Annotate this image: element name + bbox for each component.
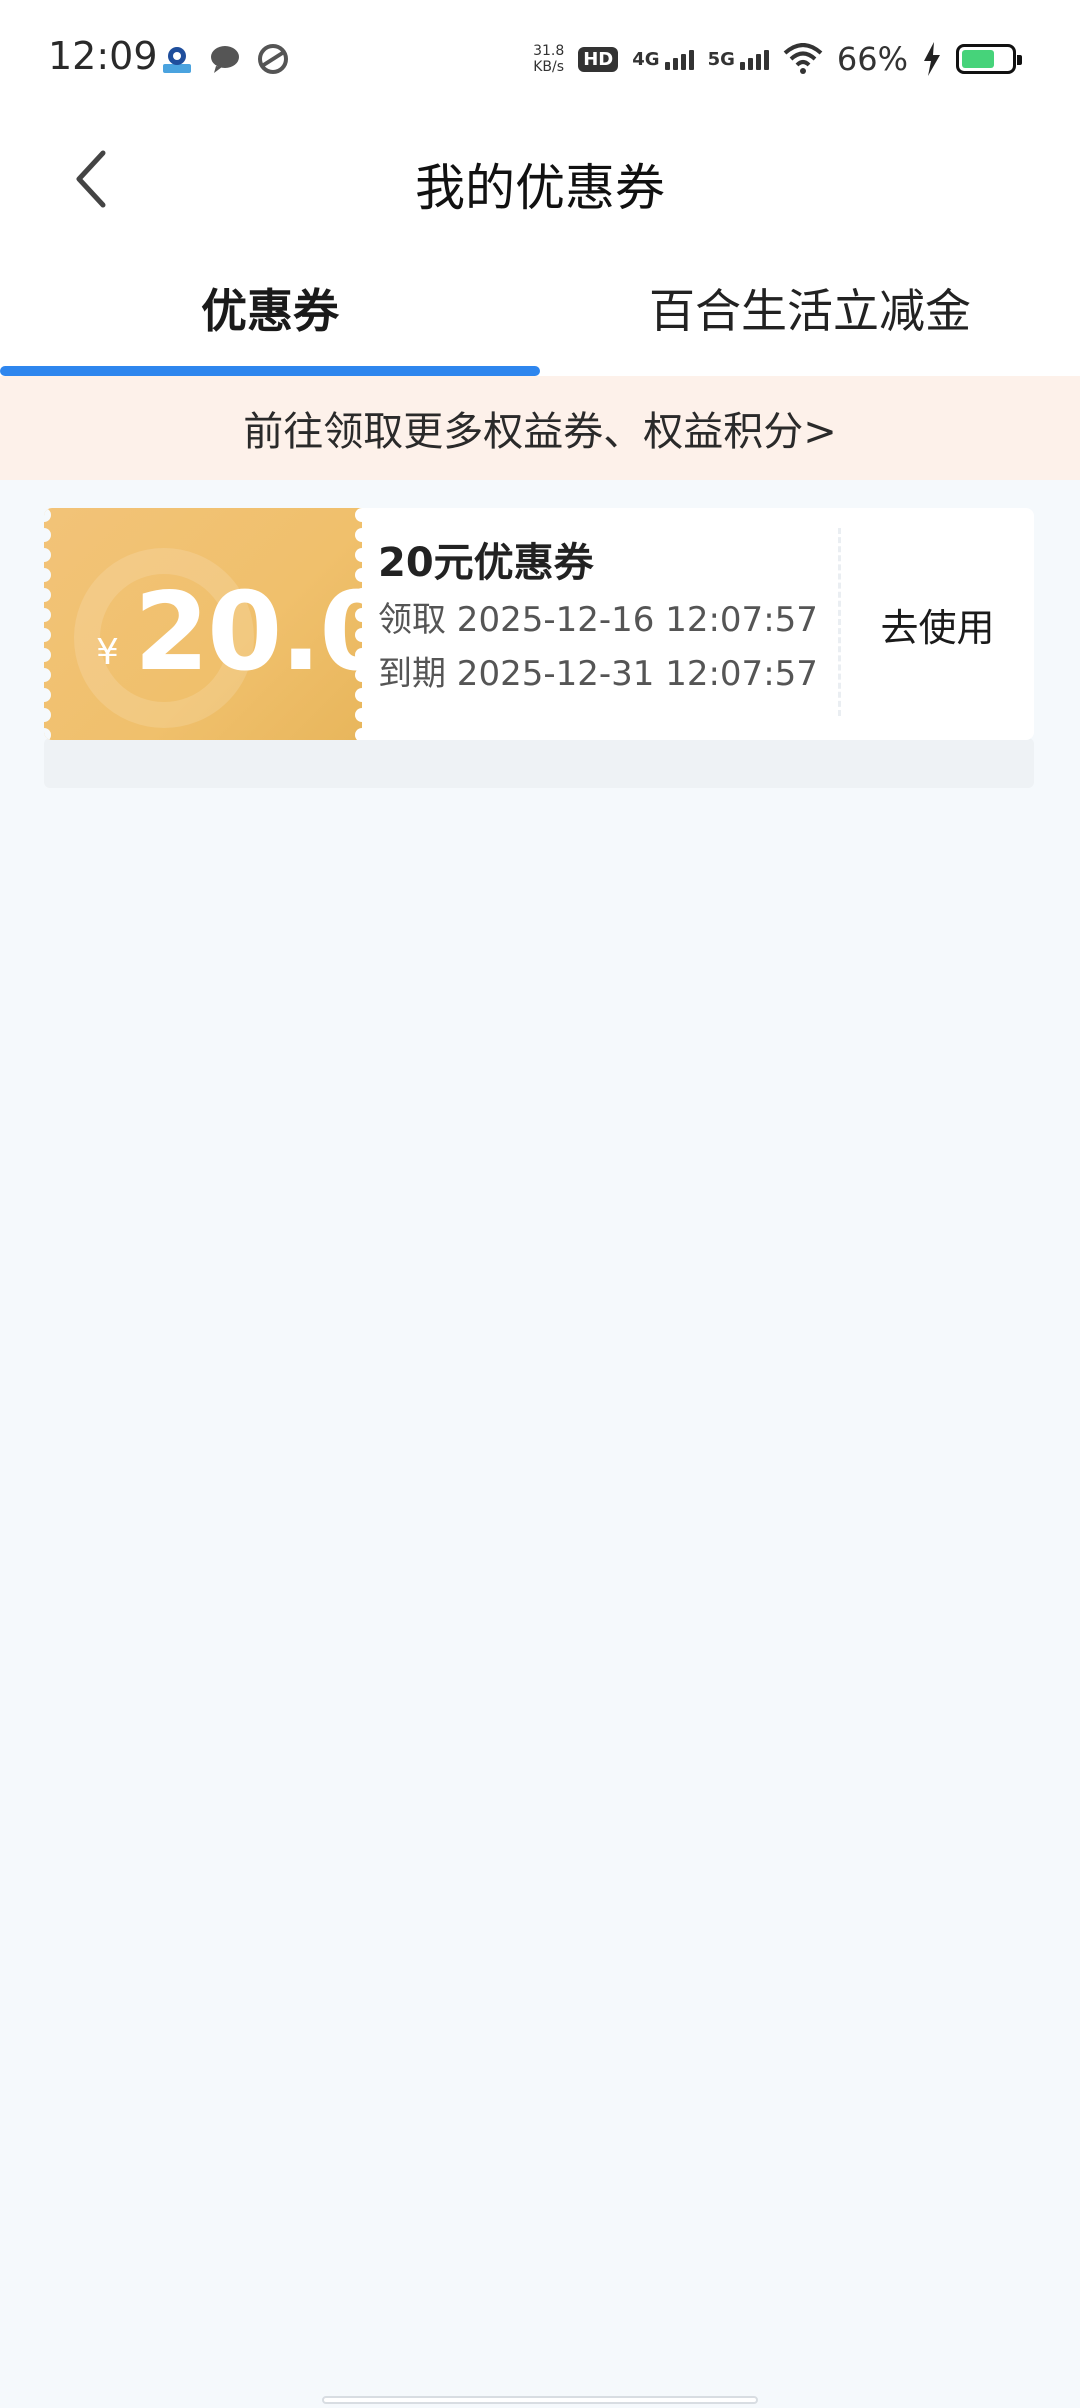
net-speed-unit: KB/s: [533, 59, 565, 75]
status-right: 31.8 KB/s HD 4G 5G 66%: [533, 40, 1022, 78]
signal-4g-label: 4G: [632, 48, 660, 70]
camera-app-icon: [163, 47, 191, 73]
coupon-value-panel: ¥ 20.0: [44, 508, 362, 740]
active-tab-indicator: [0, 366, 540, 376]
battery-percent: 66%: [836, 40, 908, 78]
page-title: 我的优惠券: [415, 159, 665, 217]
perforation-left: [44, 508, 51, 740]
coupon-expiry-date: 到期 2025-12-31 12:07:57: [378, 654, 818, 694]
coupon-card-footer: [44, 738, 1034, 788]
promo-banner-link[interactable]: 前往领取更多权益券、权益积分>: [0, 376, 1080, 480]
coupon-received-date: 领取 2025-12-16 12:07:57: [378, 600, 818, 640]
net-speed-value: 31.8: [533, 43, 565, 59]
status-bar: 12:09 31.8 KB/s HD 4G 5G 66%: [0, 0, 1080, 120]
coupon-card: ¥ 20.0 20元优惠券 领取 2025-12-16 12:07:57 到期 …: [44, 508, 1034, 788]
screen: 12:09 31.8 KB/s HD 4G 5G 66% 我的优惠券 优惠券 百…: [0, 0, 1080, 2408]
tab-coupons[interactable]: 优惠券: [0, 240, 540, 376]
coupon-ticket: ¥ 20.0 20元优惠券 领取 2025-12-16 12:07:57 到期 …: [44, 508, 1034, 740]
home-indicator[interactable]: [322, 2396, 758, 2404]
notification-icons: [160, 42, 290, 76]
tab-lily-life-discount[interactable]: 百合生活立减金: [540, 240, 1080, 376]
sync-icon: [258, 44, 288, 74]
status-time: 12:09: [48, 34, 158, 78]
use-coupon-button[interactable]: 去使用: [841, 508, 1034, 740]
battery-fill: [962, 50, 994, 68]
battery-icon: [956, 44, 1022, 74]
coupon-amount: 20.0: [134, 570, 362, 695]
message-icon: [211, 46, 239, 73]
signal-5g-label: 5G: [707, 48, 735, 70]
coupon-currency: ¥: [96, 632, 119, 673]
wifi-icon: [783, 43, 823, 74]
charging-icon: [924, 42, 940, 76]
hd-badge: HD: [578, 46, 619, 72]
tab-bar: 优惠券 百合生活立减金: [0, 240, 1080, 376]
page-header: 我的优惠券: [0, 120, 1080, 240]
net-speed: 31.8 KB/s: [533, 43, 564, 75]
signal-5g: 5G: [708, 49, 769, 70]
coupon-details: 20元优惠券 领取 2025-12-16 12:07:57 到期 2025-12…: [362, 508, 838, 740]
signal-4g: 4G: [632, 48, 694, 70]
coupon-title: 20元优惠券: [378, 540, 594, 586]
